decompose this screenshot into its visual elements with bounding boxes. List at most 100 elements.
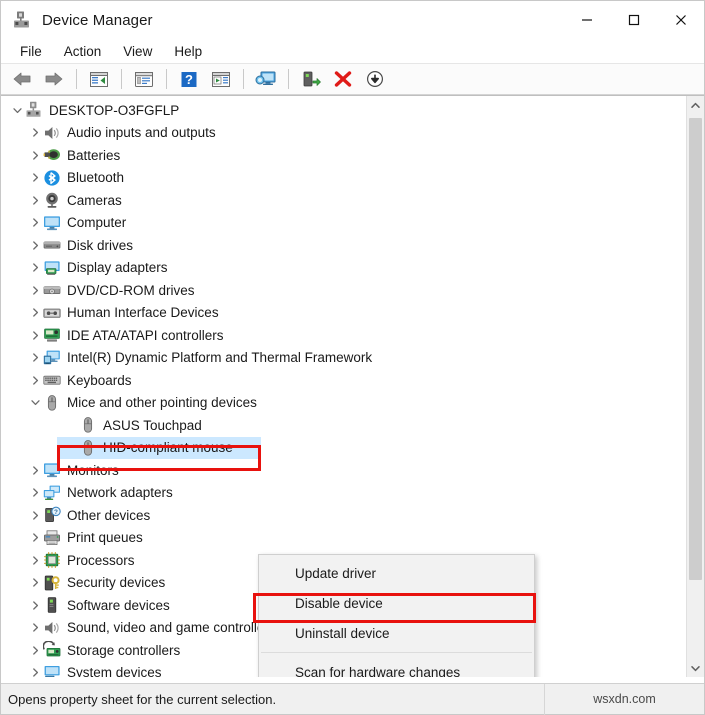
other-device-icon: ?: [43, 506, 61, 524]
forward-arrow-icon[interactable]: [39, 66, 69, 92]
svg-text:?: ?: [54, 509, 58, 516]
minimize-button[interactable]: [563, 1, 610, 39]
status-text: Opens property sheet for the current sel…: [8, 691, 277, 707]
menu-action[interactable]: Action: [53, 41, 113, 62]
tree-item[interactable]: ASUS Touchpad: [1, 414, 686, 437]
close-button[interactable]: [657, 1, 704, 39]
monitor-icon: [43, 461, 61, 479]
tree-item-label: Human Interface Devices: [67, 305, 219, 321]
tree-item[interactable]: Disk drives: [1, 234, 686, 257]
help-icon[interactable]: ?: [174, 66, 204, 92]
chevron-right-icon[interactable]: [27, 212, 43, 234]
context-menu-item-label: Update driver: [295, 565, 377, 581]
tree-item[interactable]: Bluetooth: [1, 167, 686, 190]
back-arrow-icon[interactable]: [7, 66, 37, 92]
toolbar: ?: [1, 64, 704, 95]
enable-device-icon[interactable]: [296, 66, 326, 92]
properties-icon[interactable]: [129, 66, 159, 92]
scroll-up-arrow-icon[interactable]: [687, 96, 704, 114]
tree-item-label: Sound, video and game controllers: [67, 620, 276, 636]
chevron-right-icon[interactable]: [27, 167, 43, 189]
chevron-right-icon[interactable]: [27, 549, 43, 571]
chevron-right-icon[interactable]: [27, 527, 43, 549]
tree-item-label: IDE ATA/ATAPI controllers: [67, 327, 224, 343]
window-title: Device Manager: [42, 11, 153, 29]
tree-item[interactable]: Display adapters: [1, 257, 686, 280]
hid-icon: [43, 304, 61, 322]
tree-item-label: Batteries: [67, 147, 121, 163]
uninstall-device-icon[interactable]: [328, 66, 358, 92]
tree-item[interactable]: IDE ATA/ATAPI controllers: [1, 324, 686, 347]
scan-hardware-changes-icon[interactable]: [251, 66, 281, 92]
scrollbar-thumb[interactable]: [689, 118, 702, 580]
chevron-right-icon[interactable]: [27, 369, 43, 391]
tree-item[interactable]: DESKTOP-O3FGFLP: [1, 99, 686, 122]
tree-item-label: Intel(R) Dynamic Platform and Thermal Fr…: [67, 350, 373, 366]
chevron-right-icon[interactable]: [27, 257, 43, 279]
menu-bar: File Action View Help: [1, 39, 704, 64]
menu-view[interactable]: View: [112, 41, 163, 62]
tree-item[interactable]: Keyboards: [1, 369, 686, 392]
tree-item[interactable]: Cameras: [1, 189, 686, 212]
ctx-uninstall-device[interactable]: Uninstall device: [259, 618, 534, 648]
tree-item[interactable]: Print queues: [1, 527, 686, 550]
vertical-scrollbar[interactable]: [686, 96, 704, 677]
chevron-right-icon[interactable]: [27, 279, 43, 301]
chevron-right-icon[interactable]: [27, 482, 43, 504]
context-menu-separator: [261, 652, 532, 653]
tree-item[interactable]: Human Interface Devices: [1, 302, 686, 325]
tree-item-label: Software devices: [67, 597, 170, 613]
computer-root-icon: [25, 101, 43, 119]
chevron-right-icon[interactable]: [27, 324, 43, 346]
menu-help[interactable]: Help: [163, 41, 213, 62]
disk-drive-icon: [43, 236, 61, 254]
tree-item-label: Mice and other pointing devices: [67, 395, 257, 411]
tree-item[interactable]: Mice and other pointing devices: [1, 392, 686, 415]
tree-item-label: Storage controllers: [67, 642, 181, 658]
chevron-right-icon[interactable]: [27, 144, 43, 166]
dvd-drive-icon: [43, 281, 61, 299]
chevron-right-icon[interactable]: [27, 189, 43, 211]
tree-item[interactable]: ? Other devices: [1, 504, 686, 527]
update-driver-icon[interactable]: [206, 66, 236, 92]
tree-item-label: Security devices: [67, 575, 166, 591]
svg-text:?: ?: [185, 72, 193, 87]
tree-item-label: System devices: [67, 665, 162, 677]
chevron-right-icon[interactable]: [27, 662, 43, 677]
tree-item[interactable]: Computer: [1, 212, 686, 235]
tree-item[interactable]: Monitors: [1, 459, 686, 482]
chevron-right-icon[interactable]: [27, 639, 43, 661]
tree-item[interactable]: DVD/CD-ROM drives: [1, 279, 686, 302]
maximize-button[interactable]: [610, 1, 657, 39]
chevron-right-icon[interactable]: [27, 122, 43, 144]
ctx-update-driver[interactable]: Update driver: [259, 558, 534, 588]
ctx-scan-hardware-changes[interactable]: Scan for hardware changes: [259, 657, 534, 678]
scroll-down-arrow-icon[interactable]: [687, 659, 704, 677]
show-hide-console-tree-icon[interactable]: [84, 66, 114, 92]
tree-item-label: Display adapters: [67, 260, 168, 276]
mouse-icon: [43, 394, 61, 412]
bluetooth-icon: [43, 169, 61, 187]
chevron-down-icon[interactable]: [9, 99, 25, 121]
chevron-right-icon[interactable]: [27, 504, 43, 526]
tree-item[interactable]: Audio inputs and outputs: [1, 122, 686, 145]
chevron-right-icon[interactable]: [27, 572, 43, 594]
tree-item[interactable]: Batteries: [1, 144, 686, 167]
chevron-right-icon[interactable]: [27, 234, 43, 256]
chevron-right-icon[interactable]: [27, 617, 43, 639]
chevron-right-icon[interactable]: [27, 302, 43, 324]
tree-item-selected[interactable]: HID-compliant mouse: [1, 436, 686, 459]
context-menu[interactable]: Update driver Disable device Uninstall dev…: [258, 554, 535, 677]
chevron-down-icon[interactable]: [27, 392, 43, 414]
ctx-disable-device[interactable]: Disable device: [259, 588, 534, 618]
tree-item[interactable]: Network adapters: [1, 482, 686, 505]
ide-controller-icon: [43, 326, 61, 344]
tree-item-label: ASUS Touchpad: [103, 417, 202, 433]
chevron-right-icon[interactable]: [27, 594, 43, 616]
chevron-right-icon[interactable]: [27, 347, 43, 369]
chevron-right-icon[interactable]: [27, 459, 43, 481]
menu-file[interactable]: File: [9, 41, 53, 62]
disable-device-icon[interactable]: [360, 66, 390, 92]
tree-item[interactable]: Intel(R) Dynamic Platform and Thermal Fr…: [1, 347, 686, 370]
security-device-icon: [43, 574, 61, 592]
